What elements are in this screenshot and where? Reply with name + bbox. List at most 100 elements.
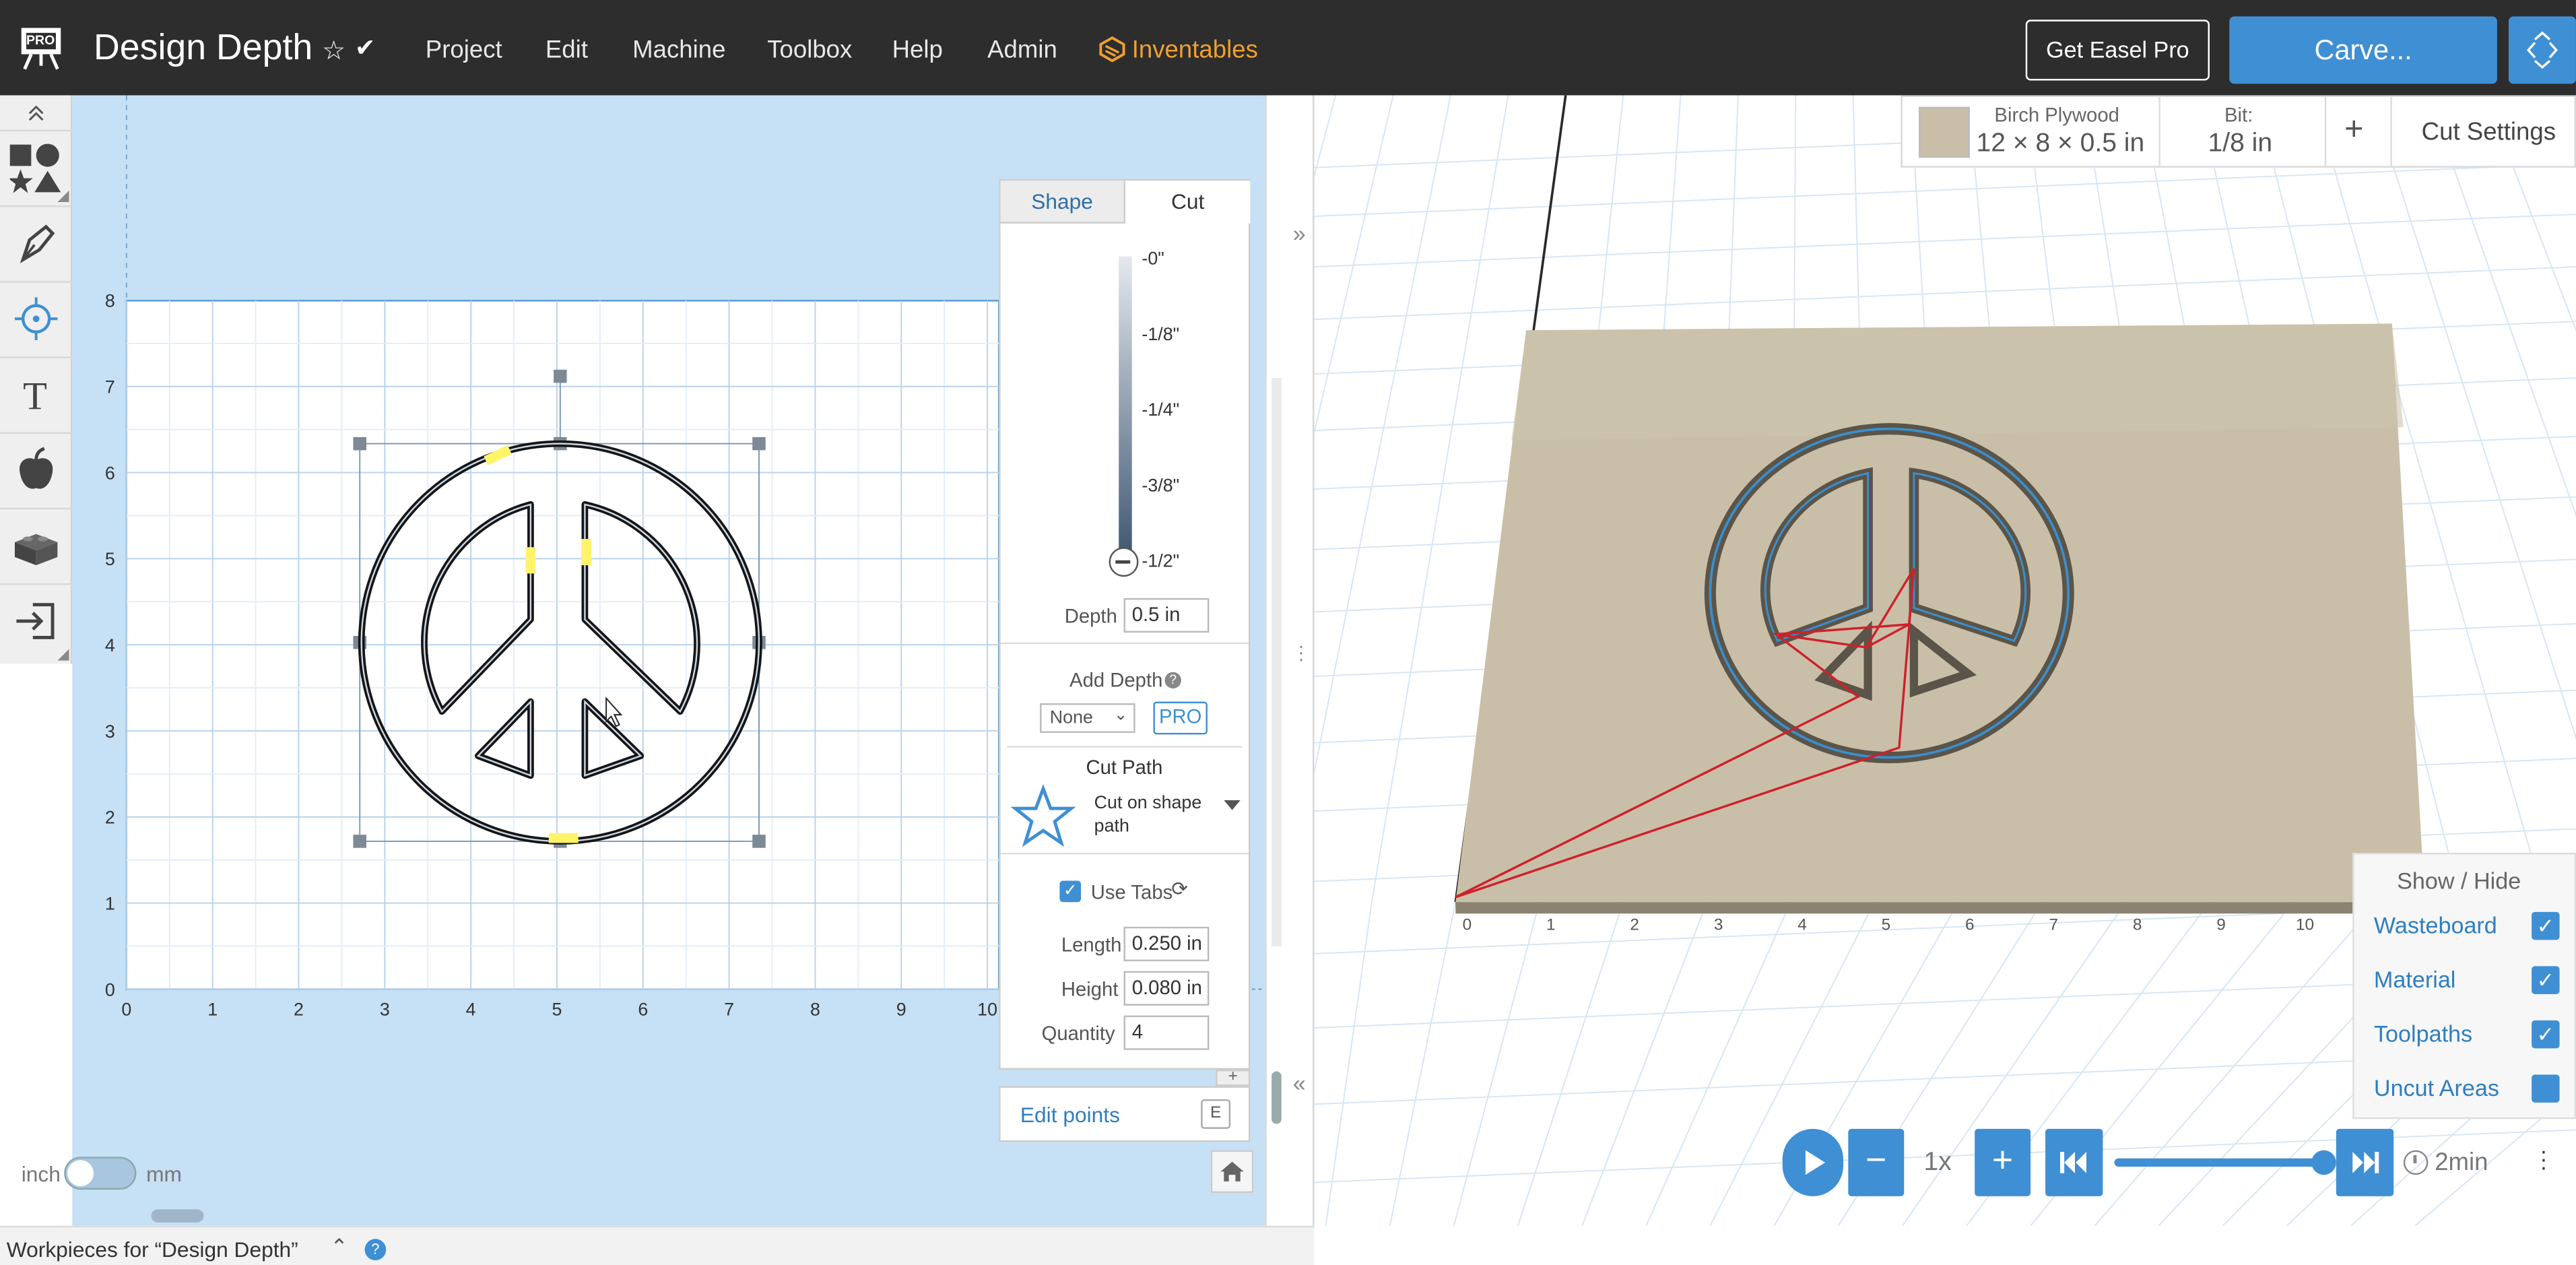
text-tool[interactable]: T bbox=[0, 358, 73, 434]
toggle-toolpaths-label[interactable]: Toolpaths bbox=[2374, 1020, 2472, 1047]
preview-x-tick: 8 bbox=[2133, 916, 2142, 934]
unit-toggle[interactable] bbox=[64, 1157, 137, 1190]
material-bar: Birch Plywood 12 × 8 × 0.5 in Bit: 1/8 i… bbox=[1901, 95, 2576, 168]
cut-path-line2: path bbox=[1094, 816, 1129, 837]
shapes-tool[interactable] bbox=[0, 131, 73, 207]
easel-logo-icon[interactable]: PRO bbox=[16, 23, 65, 72]
toggle-uncut-areas-checkbox[interactable] bbox=[2532, 1074, 2560, 1103]
canvas-x-tick: 8 bbox=[810, 1000, 820, 1020]
play-button[interactable] bbox=[1782, 1128, 1844, 1196]
quantity-input[interactable]: 4 bbox=[1123, 1015, 1210, 1050]
workpieces-bar[interactable]: Workpieces for “Design Depth” ⌃ ? bbox=[0, 1225, 1315, 1265]
canvas-y-tick: 6 bbox=[105, 463, 115, 483]
toggle-toolpaths-checkbox[interactable]: ✓ bbox=[2532, 1020, 2560, 1049]
bit-value[interactable]: 1/8 in bbox=[2208, 130, 2272, 160]
toggle-uncut-areas-label[interactable]: Uncut Areas bbox=[2374, 1074, 2499, 1101]
dropdown-caret-icon bbox=[1224, 800, 1241, 810]
fullscreen-button[interactable] bbox=[2508, 16, 2576, 84]
toggle-wasteboard-checkbox[interactable]: ✓ bbox=[2532, 911, 2560, 940]
menu-admin[interactable]: Admin bbox=[987, 36, 1057, 64]
show-hide-panel: Show / Hide Wasteboard ✓ Material ✓ Tool… bbox=[2352, 853, 2576, 1120]
help-icon[interactable]: ? bbox=[1164, 672, 1181, 689]
target-tool[interactable] bbox=[0, 283, 73, 358]
material-dimensions[interactable]: 12 × 8 × 0.5 in bbox=[1977, 130, 2145, 160]
preview-x-tick: 6 bbox=[1965, 916, 1975, 934]
toggle-material-label[interactable]: Material bbox=[2374, 966, 2455, 992]
refresh-icon[interactable]: ⟳ bbox=[1171, 878, 1188, 901]
add-bit-button[interactable]: + bbox=[2344, 112, 2364, 150]
menu-project[interactable]: Project bbox=[426, 36, 502, 64]
kebab-menu-icon: · · · bbox=[2540, 1137, 2548, 1180]
material-swatch[interactable] bbox=[1919, 106, 1970, 158]
carve-time-label: 2min bbox=[2435, 1148, 2488, 1177]
collapse-left-icon[interactable]: « bbox=[1293, 1070, 1306, 1096]
cut-path-line1: Cut on shape bbox=[1094, 793, 1202, 814]
slower-button[interactable]: − bbox=[1848, 1128, 1905, 1196]
cut-settings-button[interactable]: Cut Settings bbox=[2422, 119, 2556, 146]
menu-help[interactable]: Help bbox=[892, 36, 943, 64]
progress-thumb[interactable] bbox=[2311, 1150, 2336, 1175]
height-input[interactable]: 0.080 in bbox=[1123, 971, 1210, 1006]
canvas-scrollbar[interactable] bbox=[151, 1209, 204, 1223]
depth-label: Depth bbox=[1064, 604, 1117, 628]
unit-inch-label: inch bbox=[21, 1161, 61, 1187]
menu-inventables[interactable]: Inventables bbox=[1132, 36, 1258, 64]
menu-machine[interactable]: Machine bbox=[632, 36, 725, 64]
depth-slider[interactable] bbox=[1119, 256, 1132, 562]
expand-arrows-icon bbox=[2526, 31, 2558, 69]
cut-path-select[interactable]: Cut on shape path bbox=[1007, 783, 1245, 850]
target-icon bbox=[14, 297, 58, 340]
get-easel-pro-button[interactable]: Get Easel Pro bbox=[2025, 20, 2210, 81]
pen-tool[interactable] bbox=[0, 207, 73, 283]
pro-badge[interactable]: PRO bbox=[1153, 701, 1208, 735]
preview-axis-labels: 0 1 2 3 4 5 6 7 8 9 10 bbox=[1463, 916, 2314, 934]
canvas-x-tick: 3 bbox=[380, 1000, 390, 1020]
scrollbar-thumb[interactable] bbox=[1272, 1071, 1282, 1124]
tool-rail: T bbox=[0, 95, 73, 664]
collapse-tools-button[interactable] bbox=[0, 95, 73, 132]
use-tabs-checkbox[interactable]: ✓ bbox=[1059, 880, 1082, 903]
canvas-x-tick: 5 bbox=[552, 1000, 562, 1020]
depth-input[interactable]: 0.5 in bbox=[1123, 597, 1210, 633]
progress-fill bbox=[2114, 1158, 2325, 1167]
drag-handle-icon[interactable]: · · · bbox=[1298, 636, 1304, 669]
import-tool[interactable] bbox=[0, 585, 72, 663]
tab-cut[interactable]: Cut bbox=[1125, 181, 1251, 224]
apps-tool[interactable] bbox=[0, 434, 73, 510]
add-depth-value: None bbox=[1049, 708, 1093, 728]
edit-points-button[interactable]: Edit points bbox=[1020, 1103, 1120, 1128]
progress-slider[interactable] bbox=[2114, 1150, 2336, 1175]
home-button[interactable] bbox=[1210, 1150, 1254, 1194]
faster-button[interactable]: + bbox=[1975, 1128, 2031, 1196]
menu-toolbox[interactable]: Toolbox bbox=[767, 36, 852, 64]
preview-x-tick: 10 bbox=[2296, 916, 2314, 934]
toggle-wasteboard-label[interactable]: Wasteboard bbox=[2374, 912, 2497, 938]
chevron-up-icon[interactable]: ⌃ bbox=[330, 1234, 348, 1260]
menu-edit[interactable]: Edit bbox=[546, 36, 588, 64]
more-options-button[interactable]: · · · bbox=[2523, 1137, 2563, 1190]
chevron-down-icon: ⌄ bbox=[1113, 706, 1128, 725]
apple-icon bbox=[20, 447, 53, 489]
workpieces-help-icon[interactable]: ? bbox=[364, 1239, 387, 1261]
inspector-plus-button[interactable]: + bbox=[1216, 1069, 1251, 1086]
tab-shape[interactable]: Shape bbox=[1000, 181, 1125, 224]
skip-start-button[interactable] bbox=[2045, 1128, 2103, 1196]
skip-end-button[interactable] bbox=[2336, 1128, 2394, 1196]
workpieces-label[interactable]: Workpieces for “Design Depth” bbox=[7, 1237, 298, 1262]
material-name[interactable]: Birch Plywood bbox=[1994, 104, 2119, 127]
import-icon bbox=[16, 603, 55, 639]
project-title[interactable]: Design Depth bbox=[94, 26, 312, 69]
parts-library-tool[interactable] bbox=[0, 509, 73, 585]
add-depth-select[interactable]: None ⌄ bbox=[1040, 703, 1135, 733]
collapse-right-icon[interactable]: » bbox=[1293, 220, 1306, 247]
preview-x-tick: 4 bbox=[1797, 916, 1807, 934]
vertical-scrollbar[interactable] bbox=[1272, 378, 1282, 947]
easel-app: PRO Design Depth ☆ ✔ Project Edit Machin… bbox=[0, 0, 2576, 1265]
depth-tick-3: -3/8" bbox=[1142, 476, 1180, 496]
carve-button[interactable]: Carve... bbox=[2229, 16, 2497, 84]
toggle-material-checkbox[interactable]: ✓ bbox=[2532, 966, 2560, 994]
depth-slider-handle[interactable] bbox=[1109, 547, 1139, 577]
canvas-x-tick: 7 bbox=[724, 1000, 734, 1020]
length-input[interactable]: 0.250 in bbox=[1123, 926, 1210, 962]
star-icon[interactable]: ☆ bbox=[322, 34, 345, 67]
